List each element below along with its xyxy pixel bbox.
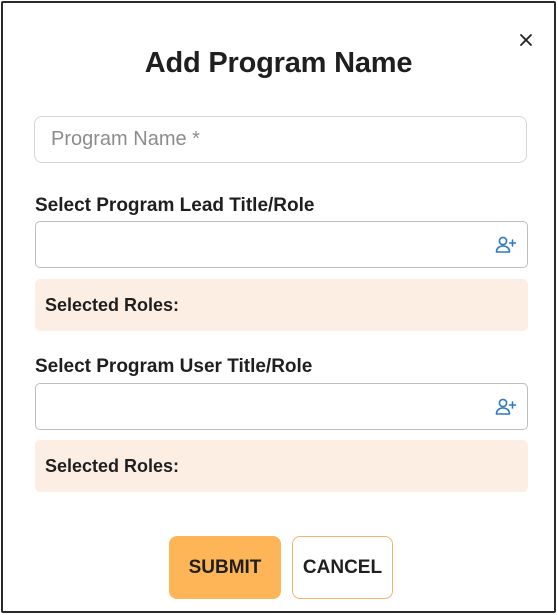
user-role-label: Select Program User Title/Role	[35, 356, 313, 377]
program-name-input[interactable]	[34, 116, 527, 163]
cancel-button[interactable]: CANCEL	[292, 536, 393, 599]
submit-button[interactable]: SUBMIT	[169, 536, 281, 599]
user-role-picker[interactable]	[35, 383, 528, 430]
person-add-icon[interactable]	[495, 397, 517, 417]
person-add-icon[interactable]	[495, 235, 517, 255]
lead-selected-roles: Selected Roles:	[35, 279, 528, 331]
dialog-title: Add Program Name	[144, 47, 413, 79]
lead-role-picker[interactable]	[35, 221, 528, 268]
lead-role-label: Select Program Lead Title/Role	[35, 195, 315, 216]
lead-selected-roles-label: Selected Roles:	[45, 294, 180, 315]
add-program-dialog: Add Program Name Select Program Lead Tit…	[1, 1, 556, 613]
close-icon	[520, 34, 532, 46]
user-selected-roles: Selected Roles:	[35, 440, 528, 492]
user-selected-roles-label: Selected Roles:	[45, 455, 180, 476]
